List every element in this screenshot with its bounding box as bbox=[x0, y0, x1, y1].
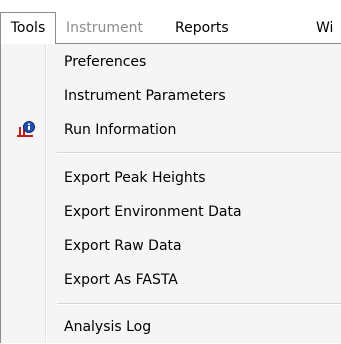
menu-item-label: Export Raw Data bbox=[64, 238, 182, 254]
run-information-icon bbox=[16, 120, 36, 140]
menu-reports[interactable]: Reports bbox=[175, 14, 229, 42]
menu-separator bbox=[57, 303, 341, 305]
menu-item-label: Instrument Parameters bbox=[64, 88, 226, 104]
menu-item-export-environment-data[interactable]: Export Environment Data bbox=[1, 196, 341, 229]
tools-dropdown-menu: Preferences Instrument Parameters Run In… bbox=[0, 43, 341, 343]
menu-item-export-peak-heights[interactable]: Export Peak Heights bbox=[1, 162, 341, 195]
menu-tools[interactable]: Tools bbox=[0, 12, 56, 44]
menu-item-run-information[interactable]: Run Information bbox=[1, 114, 341, 147]
menu-item-label: Preferences bbox=[64, 54, 147, 70]
menu-item-instrument-parameters[interactable]: Instrument Parameters bbox=[1, 80, 341, 113]
menu-item-label: Analysis Log bbox=[64, 319, 152, 335]
menu-window[interactable]: Wi bbox=[316, 14, 333, 42]
menu-item-label: Run Information bbox=[64, 122, 177, 138]
menu-item-export-raw-data[interactable]: Export Raw Data bbox=[1, 230, 341, 263]
menu-bar: Tools Instrument Reports Wi bbox=[0, 0, 341, 44]
menu-item-analysis-log[interactable]: Analysis Log bbox=[1, 311, 341, 344]
menu-separator bbox=[57, 152, 341, 154]
menu-item-label: Export Environment Data bbox=[64, 204, 242, 220]
menu-item-preferences[interactable]: Preferences bbox=[1, 46, 341, 79]
menu-item-export-as-fasta[interactable]: Export As FASTA bbox=[1, 264, 341, 297]
menu-instrument[interactable]: Instrument bbox=[66, 14, 143, 42]
menu-item-label: Export Peak Heights bbox=[64, 170, 206, 186]
menu-item-label: Export As FASTA bbox=[64, 272, 178, 288]
